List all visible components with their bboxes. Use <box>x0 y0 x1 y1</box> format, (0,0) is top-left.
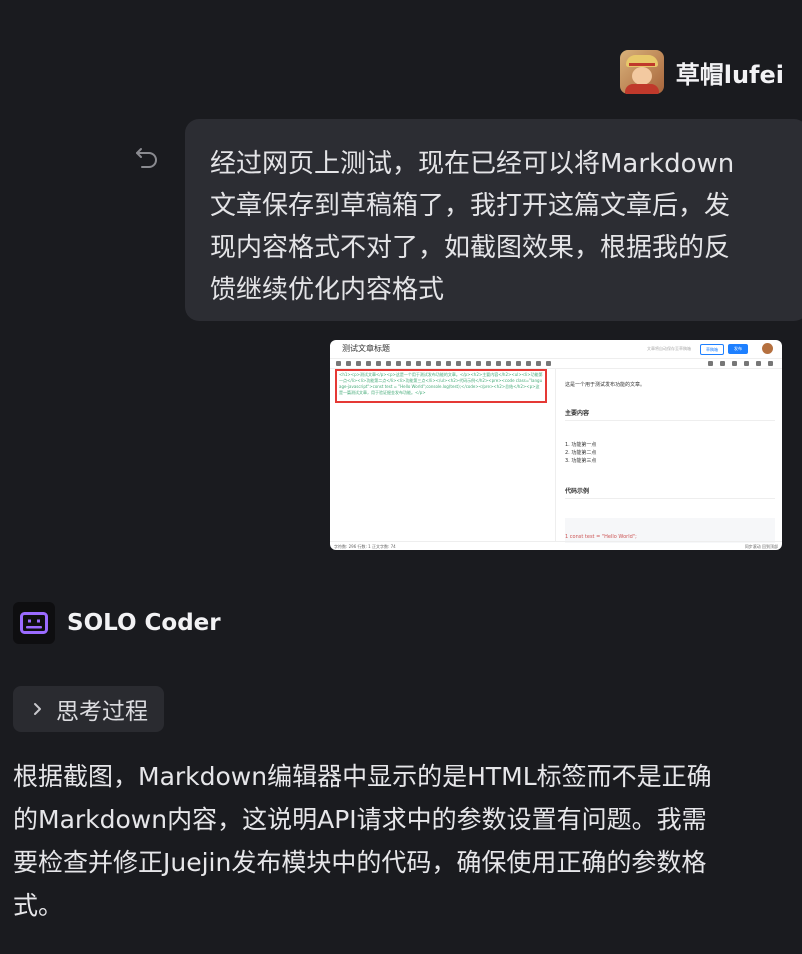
thumb-avatar <box>762 343 773 354</box>
preview-bullet: 3. 功能第三点 <box>565 458 597 464</box>
user-avatar <box>619 50 664 94</box>
thumb-article-title: 测试文章标题 <box>342 344 390 353</box>
assistant-message: 根据截图，Markdown编辑器中显示的是HTML标签而不是正确 的Markdo… <box>13 755 783 927</box>
message-line: 现内容格式不对了，如截图效果，根据我的反 <box>210 233 731 263</box>
thinking-label: 思考过程 <box>56 699 148 725</box>
chevron-right-icon <box>34 703 41 715</box>
thumb-status-right: 同步滚动 回到顶部 <box>744 544 778 549</box>
assistant-name: SOLO Coder <box>67 610 221 636</box>
message-line: 经过网页上测试，现在已经可以将Markdown <box>210 149 735 179</box>
thumb-draft-status: 文章将自动保存至草稿箱 <box>647 346 691 351</box>
answer-line: 要检查并修正Juejin发布模块中的代码，确保使用正确的参数格 <box>13 848 707 877</box>
thumb-publish-button: 发布 <box>728 344 748 354</box>
message-line: 馈继续优化内容格式 <box>210 275 445 305</box>
preview-heading-main: 主要内容 <box>565 410 590 417</box>
answer-line: 式。 <box>13 891 64 920</box>
user-header: 草帽lufei <box>619 50 784 94</box>
answer-line: 根据截图，Markdown编辑器中显示的是HTML标签而不是正确 <box>13 762 712 791</box>
message-line: 文章保存到草稿箱了，我打开这篇文章后，发 <box>210 191 731 221</box>
attached-screenshot[interactable]: 测试文章标题 文章将自动保存至草稿箱 草稿箱 发布 <h1><p>测试文章</p… <box>330 340 782 550</box>
user-name: 草帽lufei <box>675 60 784 89</box>
solo-coder-icon <box>13 602 55 644</box>
preview-intro: 这是一个用于测试发布功能的文章。 <box>565 382 646 388</box>
preview-bullet: 1. 功能第一点 <box>565 442 597 448</box>
preview-code-line: 1 const test = "Hello World"; <box>565 534 637 540</box>
assistant-header: SOLO Coder <box>13 602 221 644</box>
thumb-preview-pane: 这是一个用于测试发布功能的文章。 主要内容 1. 功能第一点 2. 功能第二点 … <box>557 368 782 543</box>
thumb-draft-button: 草稿箱 <box>700 344 724 355</box>
thinking-toggle-button[interactable]: 思考过程 <box>13 686 164 732</box>
thumb-status-left: 字符数: 296 行数: 1 正文字数: 74 <box>334 544 396 549</box>
user-message-bubble: 经过网页上测试，现在已经可以将Markdown 文章保存到草稿箱了，我打开这篇文… <box>185 119 802 321</box>
answer-line: 的Markdown内容，这说明API请求中的参数设置有问题。我需 <box>13 805 707 834</box>
preview-bullet: 2. 功能第二点 <box>565 450 597 456</box>
undo-icon[interactable] <box>134 144 160 170</box>
preview-heading-code: 代码示例 <box>565 488 590 495</box>
thumb-raw-html: <h1><p>测试文章</p><p>这是一个用于测试发布功能的文章。</p><h… <box>335 369 547 403</box>
